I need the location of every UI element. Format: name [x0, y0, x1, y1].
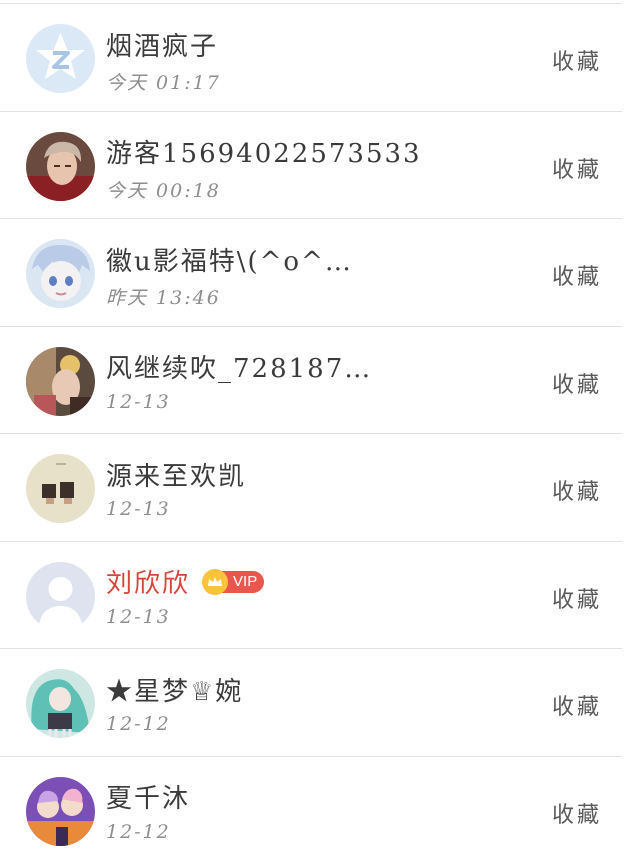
user-name: 风继续吹_728187… — [106, 348, 372, 385]
visit-time: 昨天 13:46 — [106, 283, 221, 310]
list-item[interactable]: 烟酒疯子 今天 01:17 收藏 — [0, 4, 640, 112]
list-item[interactable]: 刘欣欣 VIP 12-13 收藏 — [0, 542, 640, 650]
visit-time: 12-13 — [106, 498, 171, 520]
collect-button[interactable]: 收藏 — [552, 44, 602, 76]
anime-avatar[interactable] — [26, 669, 95, 738]
user-name: 游客15694022573533 — [106, 133, 422, 170]
favorites-user-list: 烟酒疯子 今天 01:17 收藏 游客15694022573533 今天 00:… — [0, 0, 640, 863]
collect-button[interactable]: 收藏 — [552, 474, 602, 506]
user-name: 源来至欢凯 — [106, 456, 246, 493]
list-item[interactable]: 风继续吹_728187… 12-13 收藏 — [0, 327, 640, 435]
collect-button[interactable]: 收藏 — [552, 797, 602, 829]
list-item[interactable]: 夏千沐 12-12 收藏 — [0, 757, 640, 864]
anime-avatar[interactable] — [26, 239, 95, 308]
user-name: ★星梦♕婉 — [106, 671, 243, 708]
crown-icon — [202, 569, 228, 595]
photo-avatar[interactable] — [26, 132, 95, 201]
photo-avatar[interactable] — [26, 454, 95, 523]
list-item[interactable]: 徽u影福特\(^o^… 昨天 13:46 收藏 — [0, 219, 640, 327]
list-item[interactable]: 源来至欢凯 12-13 收藏 — [0, 434, 640, 542]
list-item[interactable]: ★星梦♕婉 12-12 收藏 — [0, 649, 640, 757]
visit-time: 12-12 — [106, 821, 171, 843]
collect-button[interactable]: 收藏 — [552, 367, 602, 399]
photo-avatar[interactable] — [26, 347, 95, 416]
default-person-avatar[interactable] — [26, 562, 95, 631]
collect-button[interactable]: 收藏 — [552, 152, 602, 184]
visit-time: 12-12 — [106, 713, 171, 735]
collect-button[interactable]: 收藏 — [552, 582, 602, 614]
list-item[interactable]: 游客15694022573533 今天 00:18 收藏 — [0, 112, 640, 220]
default-z-avatar[interactable] — [26, 24, 95, 93]
vip-badge: VIP — [202, 570, 264, 594]
user-name: 夏千沐 — [106, 778, 190, 815]
collect-button[interactable]: 收藏 — [552, 259, 602, 291]
user-name: 烟酒疯子 — [106, 26, 218, 63]
visit-time: 12-13 — [106, 391, 171, 413]
user-name: 刘欣欣 — [106, 563, 190, 600]
anime-avatar[interactable] — [26, 777, 95, 846]
collect-button[interactable]: 收藏 — [552, 689, 602, 721]
vip-label: VIP — [222, 571, 264, 593]
visit-time: 今天 00:18 — [106, 176, 221, 203]
visit-time: 今天 01:17 — [106, 68, 221, 95]
visit-time: 12-13 — [106, 606, 171, 628]
user-name: 徽u影福特\(^o^… — [106, 241, 353, 278]
